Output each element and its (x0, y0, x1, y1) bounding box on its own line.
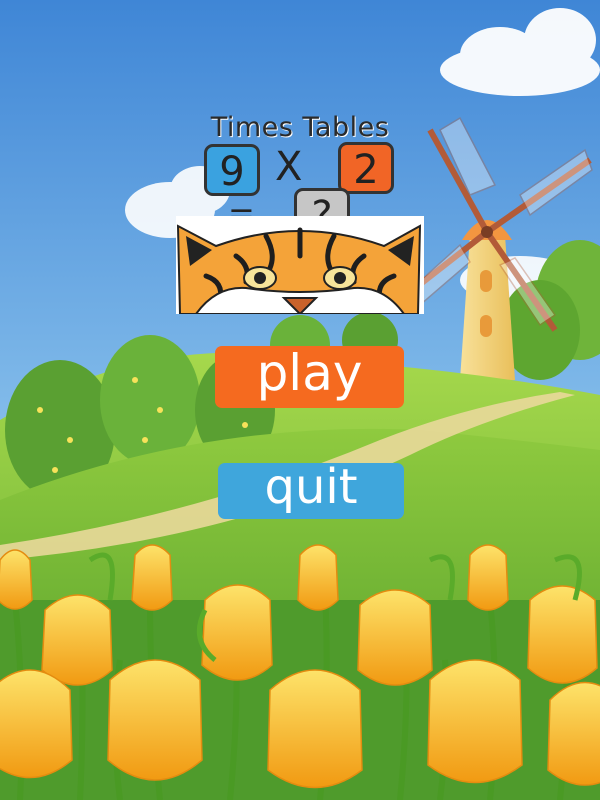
tiger-icon (176, 216, 424, 314)
play-button[interactable]: play (215, 346, 404, 408)
second-number-tile: 2 (338, 142, 394, 194)
first-number-tile: 9 (204, 144, 260, 196)
quit-button[interactable]: quit (218, 463, 404, 519)
logo-title: Times Tables (210, 112, 390, 143)
quit-button-label: quit (264, 459, 358, 515)
play-button-label: play (256, 344, 363, 402)
game-logo: Times Tables 9 X 2 = ? (176, 108, 424, 314)
multiply-sign: X (275, 144, 303, 190)
